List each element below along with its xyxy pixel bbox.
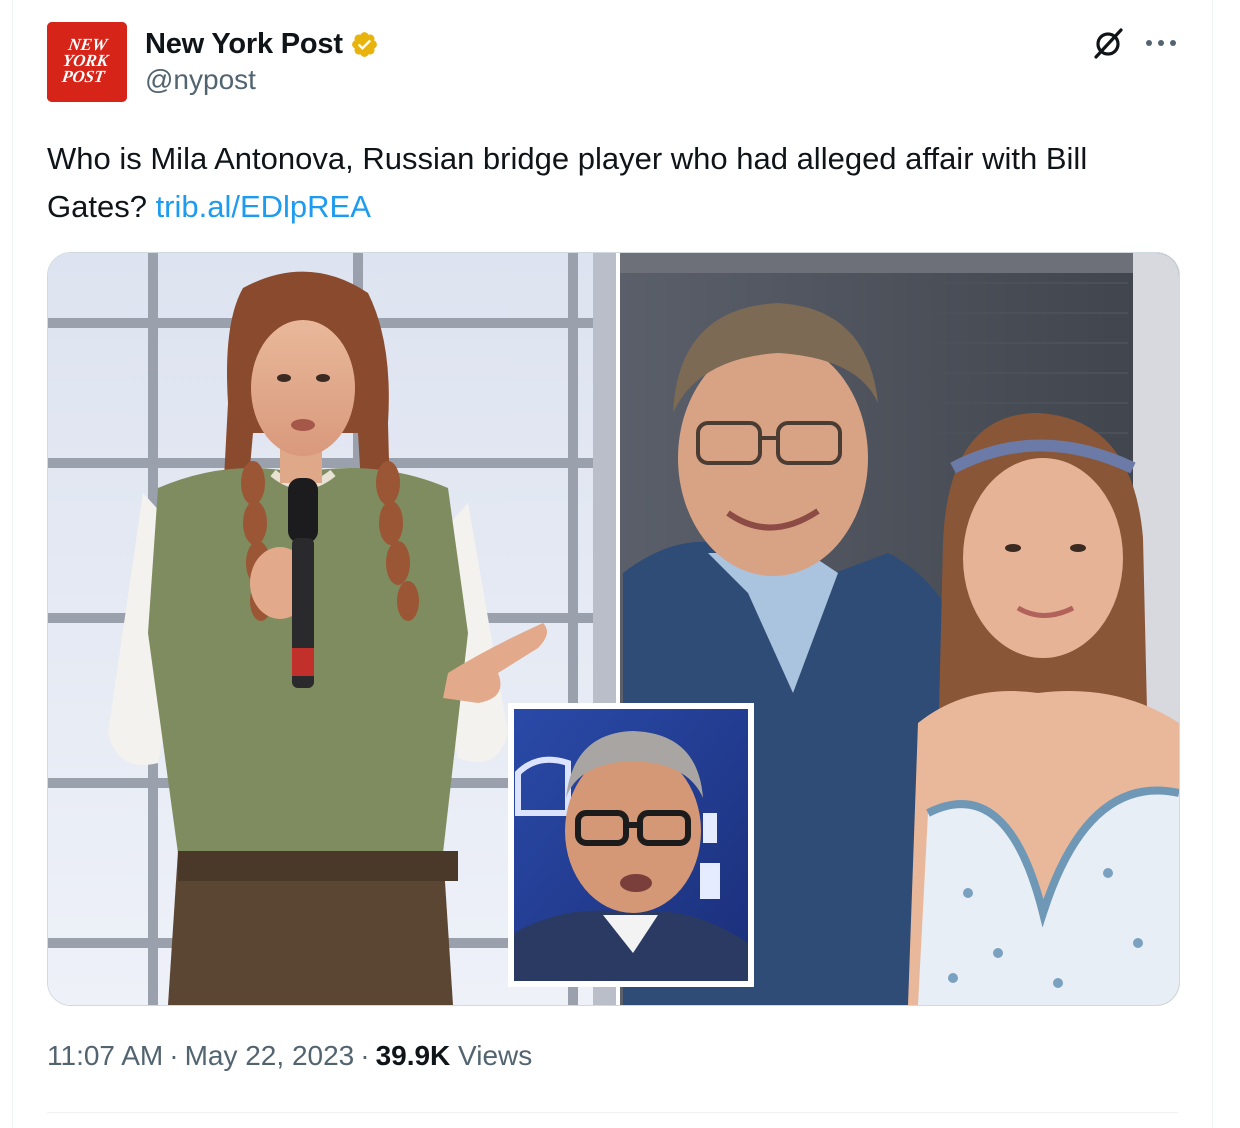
grok-icon bbox=[1094, 28, 1123, 59]
more-horizontal-icon bbox=[1146, 40, 1176, 46]
views-label: Views bbox=[450, 1040, 533, 1071]
nypost-logo: NEW YORK POST bbox=[47, 22, 127, 102]
views-count[interactable]: 39.9K bbox=[376, 1040, 451, 1071]
tweet-link[interactable]: trib.al/EDlpREA bbox=[156, 189, 371, 224]
divider bbox=[47, 1112, 1178, 1113]
display-name[interactable]: New York Post bbox=[145, 28, 343, 61]
tweet-date[interactable]: May 22, 2023 bbox=[185, 1040, 355, 1071]
tweet-meta: 11:07 AM · May 22, 2023 · 39.9K Views bbox=[47, 1040, 532, 1072]
more-options-button[interactable] bbox=[1142, 28, 1180, 58]
grok-button[interactable] bbox=[1092, 26, 1126, 60]
logo-line-3: POST bbox=[60, 67, 107, 86]
tweet-time[interactable]: 11:07 AM bbox=[47, 1040, 163, 1071]
meta-separator: · bbox=[360, 1040, 370, 1071]
tweet-text: Who is Mila Antonova, Russian bridge pla… bbox=[47, 135, 1187, 231]
media-photo-collage bbox=[48, 253, 1179, 1005]
author-name-row[interactable]: New York Post bbox=[145, 26, 379, 62]
meta-separator: · bbox=[169, 1040, 179, 1071]
verified-badge-icon bbox=[351, 31, 377, 57]
author-handle[interactable]: @nypost bbox=[145, 64, 256, 96]
avatar[interactable]: NEW YORK POST bbox=[47, 22, 127, 102]
inset-photo bbox=[508, 703, 754, 987]
tweet-media[interactable] bbox=[47, 252, 1180, 1006]
